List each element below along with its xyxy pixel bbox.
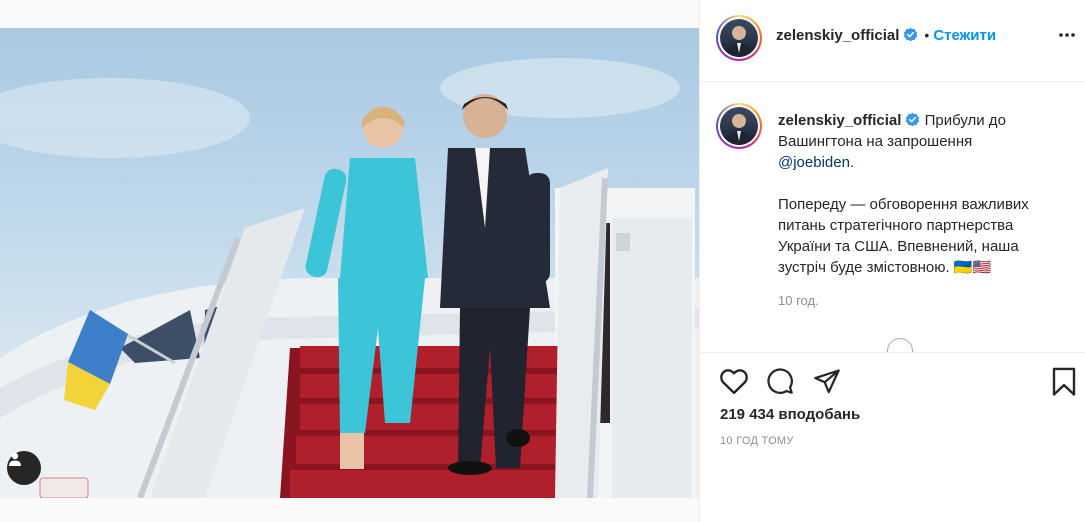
caption-author-avatar[interactable] <box>716 103 762 149</box>
caption-mention-link[interactable]: @joebiden <box>778 154 850 171</box>
caption-flags: 🇺🇦🇺🇸 <box>953 259 992 276</box>
likes-count[interactable]: 219 434 вподобань <box>720 406 860 423</box>
heart-icon[interactable] <box>719 367 749 395</box>
post-timestamp[interactable]: 10 год тому <box>720 435 794 447</box>
author-avatar[interactable] <box>716 15 762 61</box>
caption-author-username[interactable]: zelenskiy_official <box>778 112 901 129</box>
post-header: zelenskiy_official • Стежити <box>700 0 1085 82</box>
caption-area: zelenskiy_official Прибули до Вашингтона… <box>700 82 1085 352</box>
paper-plane-icon[interactable] <box>812 367 842 395</box>
user-tag-icon <box>9 452 21 466</box>
caption-mention-period: . <box>849 154 855 171</box>
post-side-panel: zelenskiy_official • Стежити zelenskiy_o… <box>699 0 1085 522</box>
author-username[interactable]: zelenskiy_official <box>776 27 899 44</box>
post-actions: 219 434 вподобань 10 год тому <box>700 352 1085 522</box>
verified-badge-icon <box>904 27 918 42</box>
photo-scene <box>0 58 699 498</box>
caption-timestamp[interactable]: 10 год. <box>778 293 819 308</box>
more-options-icon[interactable] <box>1058 32 1076 38</box>
post-photo[interactable] <box>0 28 699 498</box>
avatar-photo <box>726 114 752 145</box>
follow-button[interactable]: Стежити <box>933 27 996 44</box>
comment-bubble-icon[interactable] <box>765 367 795 395</box>
avatar-photo <box>726 26 752 57</box>
header-author-line: zelenskiy_official • Стежити <box>776 27 996 45</box>
loading-spinner-icon <box>887 338 913 352</box>
user-tags-button[interactable] <box>7 451 41 485</box>
separator-dot: • <box>924 27 930 43</box>
bookmark-icon[interactable] <box>1050 367 1078 397</box>
caption-text: zelenskiy_official Прибули до Вашингтона… <box>778 110 1068 278</box>
verified-badge-icon <box>906 112 920 127</box>
